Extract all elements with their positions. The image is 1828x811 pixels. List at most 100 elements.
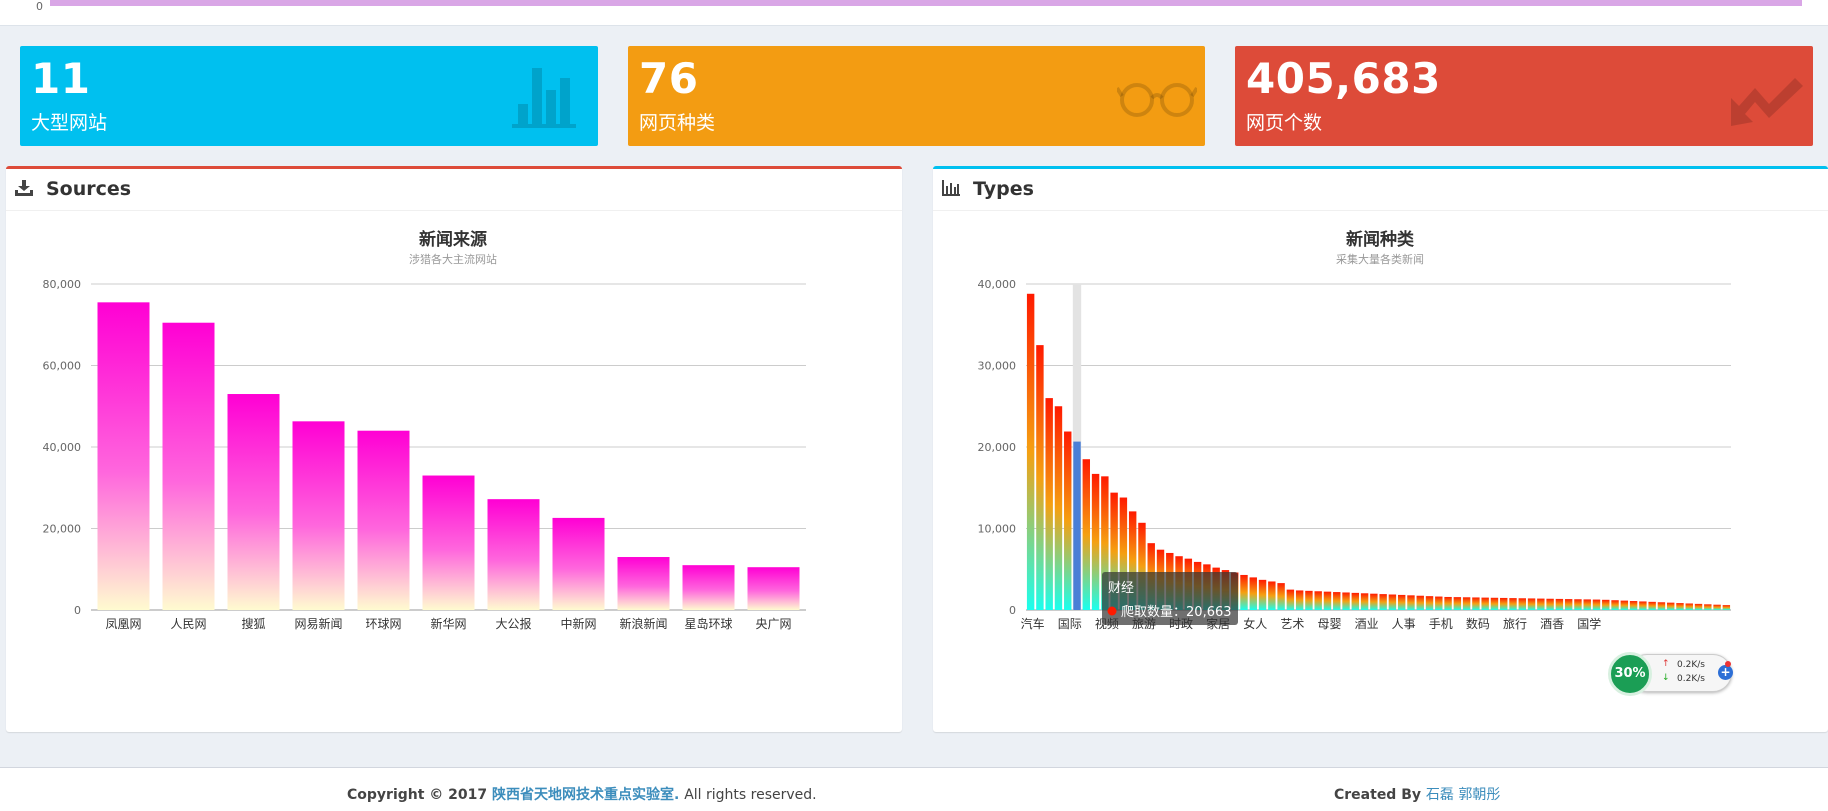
bar[interactable] [1277, 583, 1285, 610]
bar[interactable] [1286, 589, 1295, 610]
x-tick-label: 手机 [1429, 617, 1453, 631]
bar[interactable] [1694, 603, 1703, 610]
chart-tooltip: 财经 爬取数量：20,663 [1102, 572, 1238, 625]
bar[interactable] [487, 499, 540, 610]
tooltip-marker [1107, 606, 1117, 616]
bar[interactable] [422, 475, 475, 610]
bar[interactable] [1054, 406, 1063, 610]
bar[interactable] [1036, 345, 1044, 610]
x-tick-label: 环球网 [365, 617, 401, 631]
lab-link[interactable]: 陕西省天地网技术重点实验室. [492, 787, 679, 803]
bar[interactable] [1323, 591, 1332, 610]
bar[interactable] [1472, 597, 1480, 610]
arrow-down-icon: ↓ [1662, 673, 1670, 683]
y-tick-label: 30,000 [978, 360, 1017, 373]
bar[interactable] [1602, 599, 1610, 610]
plus-icon[interactable]: + [1718, 665, 1733, 680]
x-tick-label: 人事 [1392, 617, 1416, 631]
tooltip-series-label: 爬取数量 [1121, 605, 1173, 620]
bar[interactable] [1091, 473, 1100, 610]
panel-title: Types [973, 178, 1034, 200]
bar[interactable] [1564, 599, 1573, 610]
bar[interactable] [1639, 601, 1647, 610]
bar[interactable] [1342, 592, 1350, 610]
bar[interactable] [1351, 592, 1360, 610]
network-speed-widget[interactable]: 30% ↑ 0.2K/s ↓ 0.2K/s + [1608, 652, 1734, 696]
bar[interactable] [617, 557, 670, 610]
bar[interactable] [1435, 596, 1443, 610]
bar[interactable] [682, 565, 735, 610]
bar[interactable] [1295, 590, 1304, 610]
bar[interactable] [1416, 595, 1424, 610]
bar[interactable] [1073, 441, 1081, 610]
bar[interactable] [357, 430, 410, 610]
bar[interactable] [1500, 597, 1508, 610]
chart-subtitle: 采集大量各类新闻 [1336, 252, 1424, 266]
bar[interactable] [1722, 605, 1731, 610]
stat-label: 网页种类 [639, 112, 716, 134]
y-tick-label: 40,000 [43, 441, 82, 454]
bar[interactable] [1407, 595, 1415, 610]
y-tick-label: 20,000 [43, 523, 82, 536]
bar[interactable] [97, 302, 150, 610]
x-tick-label: 艺术 [1280, 617, 1304, 631]
x-tick-label: 凤凰网 [105, 617, 141, 631]
bar[interactable] [1462, 597, 1471, 610]
bar[interactable] [1444, 596, 1452, 610]
bar[interactable] [1397, 594, 1406, 610]
bar[interactable] [1676, 603, 1684, 610]
bar[interactable] [1388, 594, 1397, 610]
bar[interactable] [1713, 604, 1721, 610]
bar[interactable] [1481, 597, 1489, 610]
bar[interactable] [1592, 599, 1601, 610]
bar[interactable] [1666, 602, 1675, 610]
bar[interactable] [1453, 597, 1462, 610]
bar[interactable] [1704, 604, 1712, 610]
bar[interactable] [747, 567, 800, 610]
bar[interactable] [1425, 596, 1434, 610]
copyright: Copyright © 2017 陕西省天地网技术重点实验室. All righ… [347, 784, 817, 804]
bar[interactable] [1305, 590, 1313, 610]
bar[interactable] [552, 517, 605, 610]
bar[interactable] [292, 421, 345, 610]
bar[interactable] [1509, 598, 1517, 610]
bar[interactable] [1064, 431, 1072, 610]
bar[interactable] [1657, 602, 1666, 610]
bar[interactable] [162, 322, 215, 610]
authors-link[interactable]: 石磊 郭朝彤 [1426, 787, 1500, 803]
bar[interactable] [1249, 577, 1257, 610]
bar[interactable] [1082, 459, 1091, 610]
bar[interactable] [1629, 601, 1638, 610]
bar[interactable] [1555, 598, 1564, 610]
bar[interactable] [1045, 398, 1053, 610]
bar[interactable] [1518, 598, 1526, 610]
panel-title: Sources [46, 178, 132, 200]
bar[interactable] [1611, 600, 1619, 610]
bar[interactable] [1620, 600, 1629, 610]
speed-percent[interactable]: 30% [1608, 652, 1652, 696]
bar[interactable] [1240, 574, 1248, 610]
bar[interactable] [1314, 591, 1322, 610]
bar[interactable] [1333, 592, 1341, 610]
bar[interactable] [1648, 601, 1656, 610]
bar[interactable] [1026, 293, 1035, 610]
bar[interactable] [227, 394, 280, 610]
bar[interactable] [1258, 579, 1267, 610]
panel-header: Types [933, 169, 1828, 211]
chart-title: 新闻种类 [1346, 229, 1415, 250]
bar[interactable] [1490, 597, 1499, 610]
bar[interactable] [1360, 593, 1369, 610]
bar[interactable] [1370, 593, 1378, 610]
bar[interactable] [1574, 599, 1582, 610]
bar-chart-icon [942, 180, 960, 196]
bar[interactable] [1527, 598, 1536, 610]
x-tick-label: 新浪新闻 [619, 616, 667, 631]
bar[interactable] [1685, 603, 1693, 610]
bar[interactable] [1379, 594, 1387, 610]
y-tick-label: 10,000 [978, 523, 1017, 536]
bar[interactable] [1583, 599, 1591, 610]
top-chart-remnant: 0 [0, 0, 1828, 26]
bar[interactable] [1268, 581, 1276, 610]
bar[interactable] [1537, 598, 1545, 610]
bar[interactable] [1546, 598, 1554, 610]
